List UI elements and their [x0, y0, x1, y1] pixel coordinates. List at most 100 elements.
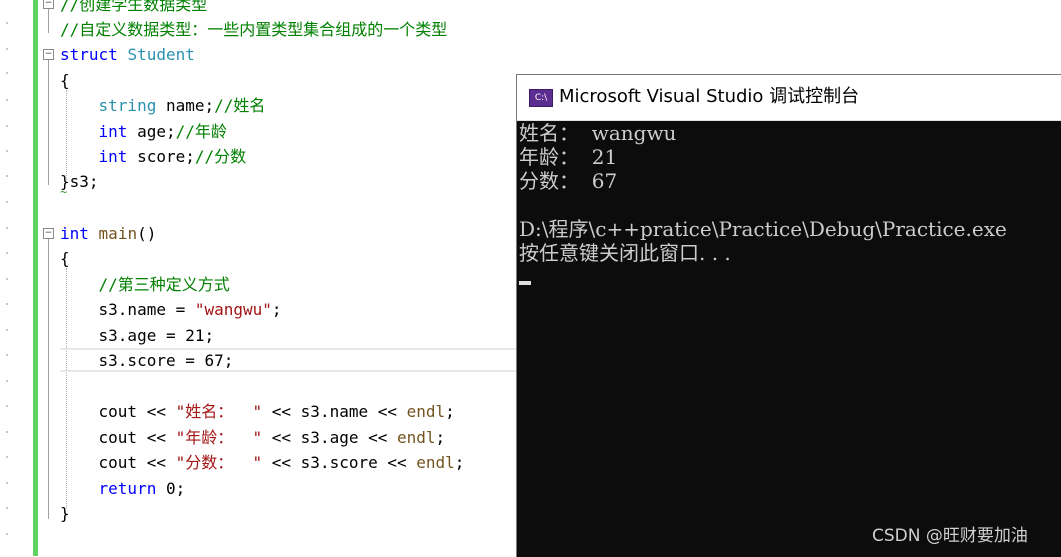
margin-dot — [6, 150, 8, 152]
code-token: //自定义数据类型：一些内置类型集合组成的一个类型 — [60, 20, 448, 39]
code-token: //姓名 — [214, 96, 266, 115]
margin-dot — [6, 252, 8, 254]
debug-console-window[interactable]: C:\ Microsoft Visual Studio 调试控制台 姓名： wa… — [516, 74, 1061, 557]
margin-dot — [6, 175, 8, 177]
margin-dot — [6, 278, 8, 280]
watermark: CSDN @旺财要加油 — [872, 526, 1028, 546]
code-token: ; — [271, 300, 282, 319]
code-token: string — [98, 96, 157, 115]
fold-guide — [48, 60, 49, 185]
margin-dot — [6, 72, 8, 74]
margin-dot — [6, 303, 8, 305]
code-token: int — [98, 147, 128, 166]
code-token: main — [98, 224, 138, 243]
code-token: //创建学生数据类型 — [60, 0, 208, 14]
code-token: { — [60, 71, 70, 90]
margin-dot — [6, 533, 8, 535]
code-line[interactable]: } — [60, 501, 70, 526]
code-line[interactable]: { — [60, 68, 70, 93]
margin-dot — [6, 405, 8, 407]
console-output-line: 年龄： 21 — [519, 145, 618, 169]
code-token: age; — [127, 122, 176, 141]
code-line[interactable]: int main() — [60, 221, 156, 246]
margin-dot — [6, 99, 8, 101]
console-title: Microsoft Visual Studio 调试控制台 — [559, 86, 860, 107]
code-line[interactable]: int age;//年龄 — [60, 119, 227, 144]
margin-dot — [6, 354, 8, 356]
code-line[interactable]: return 0; — [60, 476, 186, 501]
code-token: "分数： " — [175, 453, 263, 472]
squiggle-marker: ~ — [60, 185, 68, 199]
code-line[interactable]: { — [60, 246, 70, 271]
margin-dot — [6, 201, 8, 203]
code-token: cout << — [60, 453, 176, 472]
code-token: { — [60, 249, 70, 268]
code-line[interactable]: struct Student — [60, 42, 195, 67]
change-tracking-bar — [33, 0, 38, 556]
margin-dot — [6, 456, 8, 458]
code-token: "年龄： " — [175, 428, 263, 447]
code-line[interactable]: s3.age = 21; — [60, 323, 215, 348]
code-line[interactable]: int score;//分数 — [60, 144, 247, 169]
margin-dot — [6, 431, 8, 433]
code-token: name; — [156, 96, 215, 115]
code-token: endl — [406, 402, 446, 421]
console-cursor — [519, 281, 531, 285]
margin-dot — [6, 329, 8, 331]
code-token: score; — [127, 147, 195, 166]
collapse-icon-main[interactable]: − — [43, 228, 54, 239]
code-token: << s3.score << — [262, 453, 417, 472]
code-token: endl — [416, 453, 455, 472]
code-token: s3.name = — [60, 300, 195, 319]
margin-dot — [6, 48, 8, 50]
code-line[interactable]: //自定义数据类型：一些内置类型集合组成的一个类型 — [60, 17, 447, 42]
code-token: //第三种定义方式 — [98, 275, 230, 294]
console-output-line: 分数： 67 — [519, 169, 618, 193]
code-line[interactable]: cout << "分数： " << s3.score << endl; — [60, 450, 465, 475]
editor-margin — [0, 0, 36, 556]
code-token: cout << — [60, 402, 176, 421]
code-line[interactable]: cout << "姓名： " << s3.name << endl; — [60, 399, 455, 424]
code-line[interactable]: //创建学生数据类型 — [60, 0, 207, 17]
code-token: } — [60, 504, 70, 523]
margin-dot — [6, 227, 8, 229]
console-output-line: 按任意键关闭此窗口. . . — [519, 241, 731, 265]
console-titlebar[interactable]: C:\ Microsoft Visual Studio 调试控制台 — [517, 75, 1061, 121]
console-app-icon: C:\ — [529, 89, 553, 107]
console-output-line: D:\程序\c++pratice\Practice\Debug\Practice… — [519, 217, 1007, 241]
code-line[interactable]: s3.score = 67; — [60, 348, 234, 373]
code-token: s3.score = 67; — [60, 351, 234, 370]
fold-guide — [48, 239, 49, 519]
collapse-icon-struct[interactable]: − — [43, 49, 54, 60]
code-token: //年龄 — [175, 122, 227, 141]
code-token: ; — [454, 453, 465, 472]
margin-dot — [6, 507, 8, 509]
code-token: s3.age = 21; — [60, 326, 215, 345]
code-line[interactable]: cout << "年龄： " << s3.age << endl; — [60, 425, 446, 450]
code-line[interactable]: //第三种定义方式 — [60, 272, 230, 297]
console-output-line: 姓名： wangwu — [519, 121, 677, 145]
margin-dot — [6, 482, 8, 484]
code-token: int — [98, 122, 128, 141]
margin-dot — [6, 380, 8, 382]
code-token: ; — [445, 402, 455, 421]
margin-dot — [6, 22, 8, 24]
code-line[interactable]: string name;//姓名 — [60, 93, 266, 118]
code-token: ; — [435, 428, 446, 447]
code-token: struct — [60, 45, 118, 64]
collapse-icon-comment[interactable]: − — [43, 0, 54, 9]
code-line[interactable]: s3.name = "wangwu"; — [60, 297, 282, 322]
code-token: return — [98, 479, 157, 498]
code-token: Student — [127, 45, 195, 64]
code-token: "wangwu" — [194, 300, 272, 319]
code-token: << s3.age << — [262, 428, 397, 447]
code-token: //分数 — [194, 147, 247, 166]
code-token: cout << — [60, 428, 176, 447]
